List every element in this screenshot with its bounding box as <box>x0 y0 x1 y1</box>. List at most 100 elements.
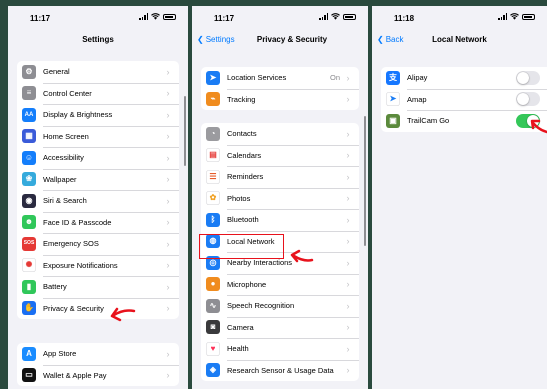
chevron-right-icon: › <box>346 94 350 105</box>
chevron-right-icon: › <box>166 348 170 359</box>
list-item-label: Exposure Notifications <box>43 260 118 270</box>
list-item-label: Alipay <box>407 73 428 83</box>
list-item-amap[interactable]: ➤ Amap <box>381 88 547 111</box>
chevron-right-icon: › <box>166 152 170 163</box>
chevron-right-icon: › <box>346 193 350 204</box>
cellular-signal-icon <box>319 13 328 20</box>
list-item-privacy-security[interactable]: ✋ Privacy & Security › <box>17 297 179 320</box>
waveform-icon: ∿ <box>206 298 220 313</box>
aa-text-icon: AA <box>22 107 36 122</box>
list-item-home-screen[interactable]: ▦ Home Screen › <box>17 125 179 148</box>
list-item-reminders[interactable]: ☰ Reminders › <box>201 166 359 188</box>
chevron-right-icon: › <box>166 109 170 120</box>
list-item-research-sensor-usage-data[interactable]: ◈ Research Sensor & Usage Data › <box>201 359 359 382</box>
list-item-label: General <box>43 67 70 77</box>
list-item-speech-recognition[interactable]: ∿ Speech Recognition › <box>201 295 359 317</box>
status-bar: 11:17 <box>192 6 368 28</box>
list-item-bluetooth[interactable]: ᛒ Bluetooth › <box>201 209 359 231</box>
list-item-app-store[interactable]: A App Store › <box>17 343 179 365</box>
chevron-right-icon: › <box>346 343 350 354</box>
chevron-left-icon: ❮ <box>197 35 204 44</box>
list-item-location-services[interactable]: ➤ Location Services On › <box>201 67 359 89</box>
list-item-label: Contacts <box>227 129 257 139</box>
list-item-label: Photos <box>227 193 251 203</box>
chevron-right-icon: › <box>166 195 170 206</box>
privacy-group-location: ➤ Location Services On › ⌁ Tracking › <box>201 67 359 110</box>
page-title: Settings <box>82 35 114 44</box>
list-item-alipay[interactable]: 支 Alipay <box>381 67 547 89</box>
list-item-face-id-passcode[interactable]: ☻ Face ID & Passcode › <box>17 211 179 234</box>
grid-icon: ▦ <box>22 129 36 144</box>
list-item-display-brightness[interactable]: AA Display & Brightness › <box>17 104 179 126</box>
local-network-app-list: 支 Alipay ➤ Amap ▣ TrailCam Go <box>381 67 547 132</box>
wifi-icon <box>510 13 519 20</box>
toggle-knob <box>517 93 529 106</box>
chevron-right-icon: › <box>166 260 170 271</box>
list-item-tracking[interactable]: ⌁ Tracking › <box>201 88 359 111</box>
photos-icon: ✿ <box>206 191 220 206</box>
chevron-right-icon: › <box>166 131 170 142</box>
list-item-siri-search[interactable]: ◉ Siri & Search › <box>17 190 179 212</box>
list-item-camera[interactable]: ◙ Camera › <box>201 316 359 339</box>
cellular-signal-icon <box>139 13 148 20</box>
tracking-icon: ⌁ <box>206 92 220 107</box>
flower-icon: ❀ <box>22 172 36 187</box>
microphone-icon: ● <box>206 277 220 292</box>
list-item-label: Display & Brightness <box>43 110 113 120</box>
list-item-label: Accessibility <box>43 153 84 163</box>
list-item-label: Battery <box>43 282 67 292</box>
location-arrow-icon: ➤ <box>206 70 220 85</box>
list-item-control-center[interactable]: ≡ Control Center › <box>17 82 179 105</box>
sos-icon: SOS <box>22 236 36 251</box>
trailcam-icon: ▣ <box>386 113 400 128</box>
list-item-accessibility[interactable]: ☺ Accessibility › <box>17 147 179 169</box>
app-store-icon: A <box>22 346 36 361</box>
list-item-label: Nearby Interactions <box>227 258 293 268</box>
cellular-signal-icon <box>498 13 507 20</box>
local-network-highlight-box <box>199 234 284 259</box>
chevron-right-icon: › <box>166 174 170 185</box>
list-item-battery[interactable]: ▮ Battery › <box>17 276 179 298</box>
battery-icon: ▮ <box>22 279 36 294</box>
scrollbar[interactable] <box>184 96 186 166</box>
list-item-emergency-sos[interactable]: SOS Emergency SOS › <box>17 233 179 255</box>
privacy-security-screen: 11:17 ❮ Settings Privacy & Security ➤ Loc… <box>192 6 368 389</box>
toggle-switch[interactable] <box>516 92 540 107</box>
list-item-wallet-apple-pay[interactable]: ▭ Wallet & Apple Pay › <box>17 364 179 387</box>
list-item-trailcam-go[interactable]: ▣ TrailCam Go <box>381 110 547 132</box>
toggle-switch[interactable] <box>516 70 540 85</box>
chevron-right-icon: › <box>346 214 350 225</box>
list-item-exposure-notifications[interactable]: ✺ Exposure Notifications › <box>17 254 179 277</box>
settings-group-store: A App Store › ▭ Wallet & Apple Pay › <box>17 343 179 386</box>
chevron-right-icon: › <box>346 236 350 247</box>
list-item-wallpaper[interactable]: ❀ Wallpaper › <box>17 168 179 191</box>
list-item-label: Amap <box>407 94 427 104</box>
status-time: 11:17 <box>30 14 51 23</box>
status-time: 11:18 <box>394 14 415 23</box>
status-bar: 11:17 <box>8 6 188 28</box>
list-item-label: Speech Recognition <box>227 301 295 311</box>
calendar-icon: ▤ <box>206 148 220 163</box>
scrollbar[interactable] <box>364 116 366 246</box>
chevron-right-icon: › <box>346 279 350 290</box>
battery-status-icon <box>163 13 176 20</box>
list-item-health[interactable]: ♥ Health › <box>201 338 359 360</box>
list-item-microphone[interactable]: ● Microphone › <box>201 273 359 296</box>
list-item-photos[interactable]: ✿ Photos › <box>201 187 359 210</box>
research-icon: ◈ <box>206 363 220 378</box>
list-item-calendars[interactable]: ▤ Calendars › <box>201 144 359 167</box>
list-item-contacts[interactable]: ◔ Contacts › <box>201 123 359 145</box>
nav-bar: Settings <box>8 32 188 52</box>
list-item-label: Wallet & Apple Pay <box>43 370 107 380</box>
chevron-right-icon: › <box>166 217 170 228</box>
red-arrow-annotation-local-network <box>290 249 314 263</box>
list-item-label: Bluetooth <box>227 215 259 225</box>
amap-icon: ➤ <box>386 92 400 107</box>
toggle-knob <box>517 71 529 84</box>
list-item-general[interactable]: ⚙ General › <box>17 61 179 83</box>
list-item-value: On <box>329 73 340 83</box>
list-item-label: Camera <box>227 322 254 332</box>
list-item-label: Health <box>227 344 249 354</box>
bluetooth-icon: ᛒ <box>206 212 220 227</box>
chevron-right-icon: › <box>166 66 170 77</box>
